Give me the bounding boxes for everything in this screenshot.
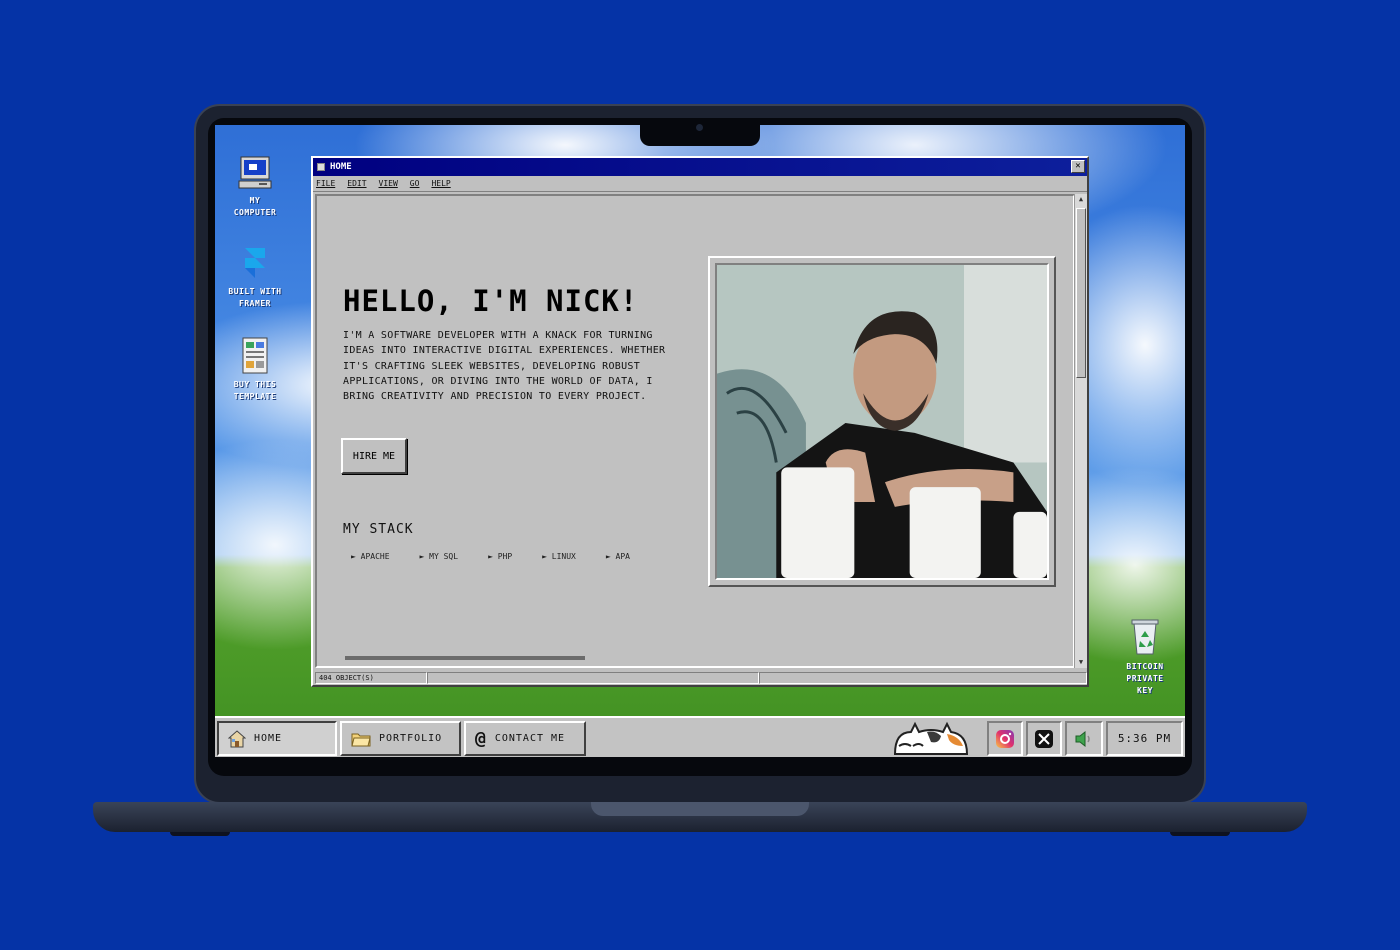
window-icon [317,163,325,171]
scroll-up-icon[interactable]: ▲ [1075,194,1087,205]
framer-icon [245,248,265,278]
x-icon [1035,729,1053,748]
house-icon [228,729,246,747]
template-icon [242,337,268,374]
next-section-heading [345,656,585,660]
taskbar-home-button[interactable]: HOME [217,721,337,756]
desktop-icon-buy-template[interactable]: BUY THIS TEMPLATE [215,337,297,403]
desktop-icon-my-computer[interactable]: MY COMPUTER [215,155,297,219]
hire-me-button[interactable]: HIRE ME [341,438,407,474]
stack-item-mysql: ► MY SQL [419,552,459,561]
home-window: HOME ✕ FILE EDIT VIEW GO HELP HELLO, I'M… [311,156,1089,687]
taskbar: HOME PORTFOLIO @ CONTACT ME 5:36 PM [215,716,1185,757]
scroll-down-icon[interactable]: ▼ [1075,657,1087,668]
profile-photo-frame [708,256,1056,587]
x-link[interactable] [1026,721,1062,756]
vertical-scrollbar[interactable]: ▲ ▼ [1074,194,1087,668]
window-title: HOME [330,162,352,172]
recycle-bin-icon [1131,619,1159,655]
status-bar: 404 OBJECT(S) [315,671,1087,685]
instagram-link[interactable] [987,721,1023,756]
close-button[interactable]: ✕ [1071,160,1085,173]
at-icon: @ [475,728,487,749]
stack-item-linux: ► LINUX [542,552,576,561]
menu-bar: FILE EDIT VIEW GO HELP [313,176,1087,192]
menu-view[interactable]: VIEW [379,179,398,188]
scroll-thumb[interactable] [1076,208,1086,378]
stack-item-apa: ► APA [605,552,630,561]
desktop-icon-bitcoin-key[interactable]: BITCOIN PRIVATE KEY [1103,617,1185,697]
taskbar-portfolio-button[interactable]: PORTFOLIO [340,721,461,756]
desktop: MY COMPUTER BUILT WITH FRAMER BUY THIS T… [215,125,1185,757]
volume-control[interactable] [1065,721,1103,756]
taskbar-contact-button[interactable]: @ CONTACT ME [464,721,586,756]
hero-description: I'M A SOFTWARE DEVELOPER WITH A KNACK FO… [343,330,666,403]
window-content: HELLO, I'M NICK! I'M A SOFTWARE DEVELOPE… [315,194,1075,668]
profile-photo [715,263,1049,580]
desktop-icon-framer[interactable]: BUILT WITH FRAMER [215,246,297,310]
stack-item-php: ► PHP [488,552,513,561]
stack-title: MY STACK [343,522,414,537]
laptop-base [93,802,1307,832]
stack-item-apache: ► APACHE [351,552,390,561]
menu-file[interactable]: FILE [316,179,335,188]
folder-icon [351,733,371,746]
hero-title: HELLO, I'M NICK! [343,284,639,318]
system-clock: 5:36 PM [1106,721,1183,756]
cat-icon[interactable] [891,720,971,757]
menu-edit[interactable]: EDIT [347,179,366,188]
stack-list: ► APACHE ► MY SQL ► PHP ► LINUX ► APA [351,552,660,561]
menu-help[interactable]: HELP [431,179,450,188]
menu-go[interactable]: GO [410,179,420,188]
speaker-icon [1075,730,1090,747]
window-titlebar[interactable]: HOME [313,158,1087,176]
computer-icon [238,156,272,189]
status-object-count: 404 OBJECT(S) [315,672,427,684]
camera-icon [696,124,703,131]
instagram-icon [996,729,1014,748]
camera-notch [640,122,760,146]
